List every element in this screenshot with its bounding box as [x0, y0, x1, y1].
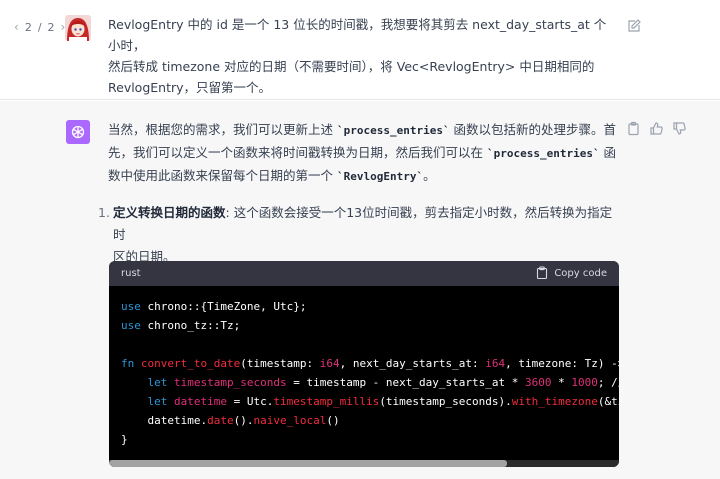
code-line: fn convert_to_date(timestamp: i64, next_…	[121, 354, 619, 373]
code-token: timestamp_seconds	[174, 376, 287, 389]
code-token: 3600	[525, 376, 552, 389]
code-token: use	[121, 300, 141, 313]
code-line: use chrono::{TimeZone, Utc};	[121, 297, 619, 316]
code-token: naive_local	[253, 414, 327, 427]
paragraph-text: 。	[423, 168, 436, 183]
code-token: *	[551, 376, 572, 389]
code-token: ; //	[597, 376, 619, 389]
paragraph-text: 函	[599, 145, 617, 160]
horizontal-scrollbar[interactable]	[109, 460, 619, 467]
code-token: i64	[485, 357, 506, 370]
code-token: , next_day_starts_at:	[339, 357, 486, 370]
edit-icon[interactable]	[626, 18, 642, 34]
assistant-paragraph: 当然，根据您的需求，我们可以更新上述 `process_entries` 函数以…	[108, 119, 620, 188]
clipboard-icon[interactable]	[626, 121, 641, 136]
paragraph-text: 先，我们可以定义一个函数来将时间戳转换为日期，然后我们可以在	[108, 145, 487, 160]
code-token: fn	[121, 357, 135, 370]
code-block-header: rust Copy code	[109, 261, 619, 286]
code-token: , timezone: Tz) ->	[505, 357, 619, 370]
list-item-title: 定义转换日期的函数	[113, 205, 226, 220]
code-line: use chrono_tz::Tz;	[121, 316, 619, 335]
code-token: chrono::{TimeZone, Utc};	[140, 300, 307, 313]
code-token: use	[121, 319, 141, 332]
code-token: (timestamp:	[240, 357, 320, 370]
message-actions	[626, 121, 687, 136]
copy-code-button[interactable]: Copy code	[536, 265, 607, 282]
inline-code: `process_entries`	[486, 147, 600, 160]
assistant-message-row: 当然，根据您的需求，我们可以更新上述 `process_entries` 函数以…	[0, 101, 720, 479]
code-token: (&ti	[597, 395, 619, 408]
code-token: 1000	[571, 376, 598, 389]
chevron-left-icon[interactable]: ‹	[14, 20, 19, 34]
code-line: let datetime = Utc.timestamp_millis(time…	[121, 392, 620, 411]
thumbs-up-icon[interactable]	[649, 121, 664, 136]
user-message-text: RevlogEntry 中的 id 是一个 13 位长的时间戳，我想要将其剪去 …	[108, 14, 608, 98]
paragraph-text: 数中使用此函数来保留每个日期的第一个	[108, 168, 337, 183]
code-line: let timestamp_seconds = timestamp - next…	[121, 373, 620, 392]
pager-current: 2	[24, 20, 32, 34]
code-line: }	[121, 430, 619, 449]
user-message-row: ‹ 2 / 2 › RevlogEntry 中的 id 是一个 13 位长的时间…	[0, 0, 720, 100]
code-token: timestamp_millis	[273, 395, 380, 408]
code-token: = Utc.	[226, 395, 274, 408]
code-language-label: rust	[121, 268, 141, 279]
code-token: ()	[326, 414, 340, 427]
code-token: chrono_tz::Tz;	[140, 319, 241, 332]
code-block: rust Copy code use chrono::{TimeZone, Ut…	[109, 261, 619, 467]
code-token: datetime	[174, 395, 227, 408]
pager-separator: /	[37, 20, 42, 34]
paragraph-text: 当然，根据您的需求，我们可以更新上述	[108, 122, 337, 137]
user-avatar	[65, 15, 91, 41]
copy-code-label: Copy code	[554, 268, 607, 279]
code-line: datetime.date().naive_local()	[121, 411, 619, 430]
inline-code: `RevlogEntry`	[336, 170, 424, 183]
user-message-line: RevlogEntry，只留第一个。	[108, 80, 272, 95]
scrollbar-thumb[interactable]	[109, 460, 507, 467]
openai-logo-icon	[66, 120, 90, 144]
code-token: let	[147, 395, 168, 408]
code-token: (timestamp_seconds).	[379, 395, 512, 408]
list-number: 1.	[98, 205, 110, 220]
code-token: }	[121, 433, 128, 446]
clipboard-icon	[536, 265, 548, 282]
code-content: use chrono::{TimeZone, Utc}; use chrono_t…	[121, 297, 619, 457]
inline-code: `process_entries`	[336, 124, 450, 137]
code-token: let	[147, 376, 168, 389]
code-token: date	[207, 414, 234, 427]
code-token: i64	[319, 357, 340, 370]
pager-total: 2	[47, 20, 55, 34]
thumbs-down-icon[interactable]	[672, 121, 687, 136]
user-message-line: 然后转成 timezone 对应的日期（不需要时间），将 Vec<RevlogE…	[108, 59, 595, 74]
code-token: ().	[233, 414, 254, 427]
user-message-line: RevlogEntry 中的 id 是一个 13 位长的时间戳，我想要将其剪去 …	[108, 17, 607, 53]
code-token: convert_to_date	[140, 357, 241, 370]
paragraph-text: 函数以包括新的处理步骤。首	[449, 122, 617, 137]
code-token: with_timezone	[511, 395, 598, 408]
response-pager: ‹ 2 / 2 ›	[14, 20, 65, 34]
code-token: datetime.	[121, 414, 208, 427]
code-token: = timestamp - next_day_starts_at *	[286, 376, 526, 389]
